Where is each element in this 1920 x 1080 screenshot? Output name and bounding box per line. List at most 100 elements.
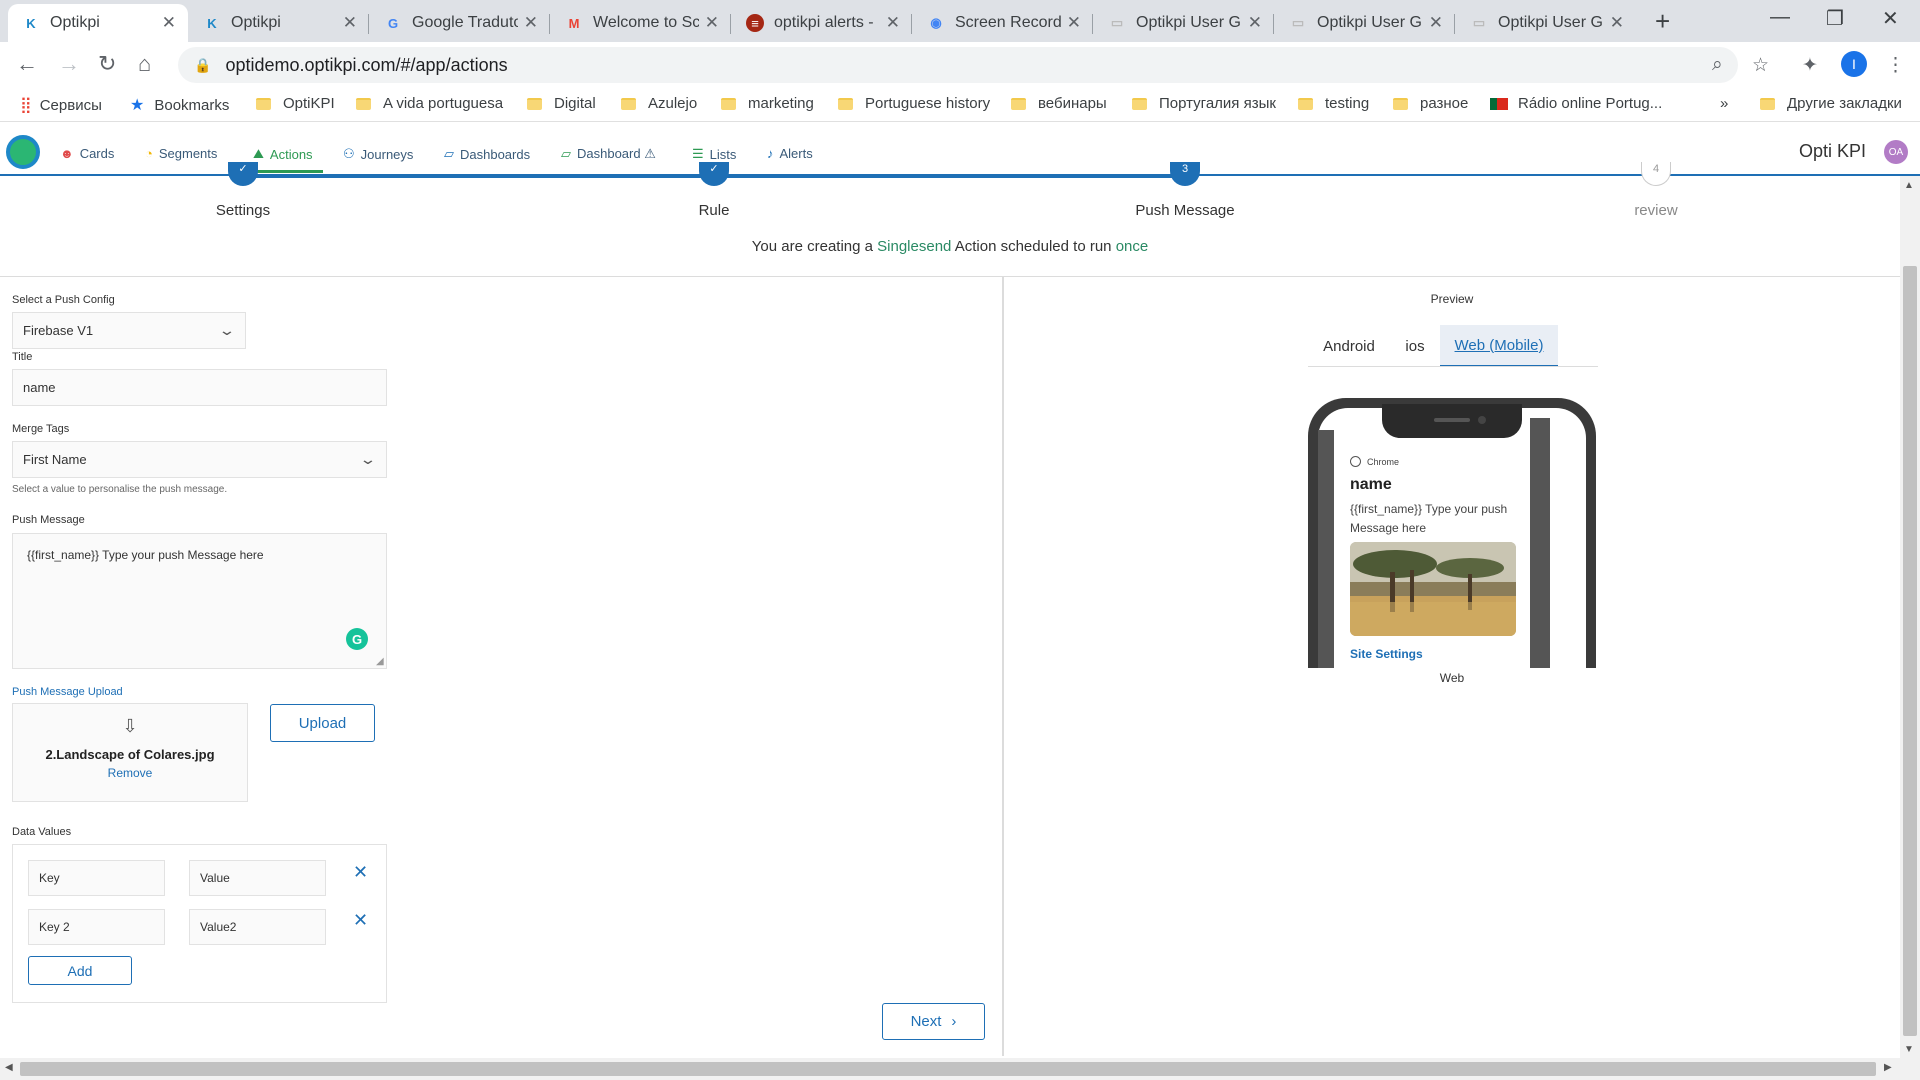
grammarly-icon[interactable]: G <box>346 628 368 650</box>
remove-row-icon[interactable]: ✕ <box>353 862 368 883</box>
step-label-review[interactable]: review <box>1556 202 1756 219</box>
extensions-icon[interactable]: ✦ <box>1802 54 1818 77</box>
apps-grid-icon: ⣿ <box>20 97 32 114</box>
step-marker[interactable]: 3 <box>1170 162 1200 186</box>
tab-android[interactable]: Android <box>1308 325 1390 367</box>
bookmark-item[interactable]: разное <box>1393 95 1468 112</box>
url-input[interactable]: 🔒 optidemo.optikpi.com/#/app/actions <box>178 47 1738 83</box>
menu-icon[interactable]: ⋮ <box>1886 54 1905 77</box>
scroll-right-icon[interactable]: ▶ <box>1884 1062 1892 1073</box>
browser-tab[interactable]: ▭ Optikpi User G ✕ <box>1275 4 1455 42</box>
scrollbar-thumb[interactable] <box>1903 266 1917 1036</box>
browser-tab[interactable]: ▭ Optikpi User G ✕ <box>1094 4 1274 42</box>
upload-button[interactable]: Upload <box>270 704 375 742</box>
browser-tab[interactable]: ◉ Screen Recorde ✕ <box>913 4 1093 42</box>
vertical-scrollbar[interactable]: ▲ ▼ <box>1900 176 1920 1058</box>
step-label-push-message[interactable]: Push Message <box>1085 202 1285 219</box>
forward-icon[interactable]: → <box>58 51 80 77</box>
resize-handle-icon[interactable]: ◢ <box>376 656 384 667</box>
reload-icon[interactable]: ↻ <box>98 51 116 77</box>
bookmark-item[interactable]: OptiKPI <box>256 95 335 112</box>
close-icon[interactable]: ✕ <box>524 13 538 33</box>
data-key-input[interactable]: Key <box>28 860 165 896</box>
scrollbar-thumb[interactable] <box>20 1062 1876 1076</box>
close-icon[interactable]: ✕ <box>162 13 176 33</box>
nav-actions[interactable]: ⛰ Actions <box>247 146 323 173</box>
browser-tab[interactable]: K Optikpi ✕ <box>189 4 369 42</box>
close-icon[interactable]: ✕ <box>886 13 900 33</box>
remove-row-icon[interactable]: ✕ <box>353 910 368 931</box>
restore-icon[interactable]: ❐ <box>1826 6 1844 31</box>
profile-avatar[interactable]: I <box>1841 51 1867 77</box>
window-close-icon[interactable]: ✕ <box>1882 6 1899 31</box>
close-icon[interactable]: ✕ <box>1610 13 1624 33</box>
bookmarks-overflow[interactable]: » <box>1720 95 1728 112</box>
bookmark-item[interactable]: testing <box>1298 95 1369 112</box>
tab-title: Optikpi User G <box>1317 14 1422 31</box>
next-button[interactable]: Next › <box>882 1003 985 1040</box>
scroll-up-icon[interactable]: ▲ <box>1904 180 1914 191</box>
close-icon[interactable]: ✕ <box>343 13 357 33</box>
bookmark-label: Portuguese history <box>865 95 991 112</box>
app-logo[interactable] <box>6 135 40 169</box>
browser-tab[interactable]: M Welcome to Sc ✕ <box>551 4 731 42</box>
close-icon[interactable]: ✕ <box>705 13 719 33</box>
scroll-left-icon[interactable]: ◀ <box>5 1062 13 1073</box>
bookmark-item[interactable]: A vida portuguesa <box>356 95 503 112</box>
step-marker[interactable]: ✓ <box>228 162 258 186</box>
bookmark-item[interactable]: Rádio online Portug... <box>1490 95 1662 112</box>
bookmark-star-icon[interactable]: ☆ <box>1752 54 1769 77</box>
nav-label: Actions <box>269 146 313 162</box>
merge-tags-select[interactable]: First Name ⌄ <box>12 441 387 478</box>
remove-link[interactable]: Remove <box>13 766 247 780</box>
tab-title: Screen Recorde <box>955 14 1061 31</box>
add-button[interactable]: Add <box>28 956 132 985</box>
horizontal-scrollbar[interactable]: ◀ ▶ <box>0 1058 1920 1080</box>
push-message-textarea[interactable]: {{first_name}} Type your push Message he… <box>12 533 387 669</box>
bookmark-item[interactable]: Португалия язык <box>1132 95 1276 112</box>
tab-web-mobile[interactable]: Web (Mobile) <box>1440 325 1558 367</box>
minimize-icon[interactable]: — <box>1770 6 1790 29</box>
nav-dashboard-alert[interactable]: ▱ Dashboard ⚠ <box>561 146 656 162</box>
user-avatar[interactable]: OA <box>1884 140 1908 164</box>
back-icon[interactable]: ← <box>16 51 38 77</box>
nav-dashboards[interactable]: ▱ Dashboards <box>444 146 530 162</box>
title-input[interactable]: name <box>12 369 387 406</box>
bookmark-apps[interactable]: ⣿ Сервисы <box>20 95 102 115</box>
folder-icon <box>1298 97 1313 110</box>
step-label-rule[interactable]: Rule <box>614 202 814 219</box>
bookmark-other[interactable]: Другие закладки <box>1760 95 1902 112</box>
step-label-settings[interactable]: Settings <box>143 202 343 219</box>
nav-cards[interactable]: ☻ Cards <box>60 146 114 161</box>
close-icon[interactable]: ✕ <box>1067 13 1081 33</box>
bookmark-item[interactable]: Portuguese history <box>838 95 990 112</box>
bookmark-item[interactable]: Digital <box>527 95 596 112</box>
push-config-select[interactable]: Firebase V1 ⌄ <box>12 312 246 349</box>
close-icon[interactable]: ✕ <box>1248 13 1262 33</box>
step-marker[interactable]: 4 <box>1641 162 1671 186</box>
browser-tab[interactable]: K Optikpi ✕ <box>8 4 188 42</box>
home-icon[interactable]: ⌂ <box>138 51 151 77</box>
data-value-input[interactable]: Value2 <box>189 909 326 945</box>
browser-tab[interactable]: ▭ Optikpi User G ✕ <box>1456 4 1636 42</box>
nav-journeys[interactable]: ⚇ Journeys <box>343 146 413 162</box>
browser-tab[interactable]: G Google Traduto ✕ <box>370 4 550 42</box>
browser-tab[interactable]: ≡ optikpi alerts - ✕ <box>732 4 912 42</box>
data-key-input[interactable]: Key 2 <box>28 909 165 945</box>
nav-segments[interactable]: ◔ Segments <box>145 146 217 161</box>
tab-ios[interactable]: ios <box>1390 325 1440 367</box>
notification-image <box>1350 542 1516 636</box>
close-icon[interactable]: ✕ <box>1429 13 1443 33</box>
upload-dropzone[interactable]: ⇩ 2.Landscape of Colares.jpg Remove <box>12 703 248 802</box>
bookmark-item[interactable]: Azulejo <box>621 95 697 112</box>
scroll-down-icon[interactable]: ▼ <box>1904 1044 1914 1055</box>
bookmark-item[interactable]: ★ Bookmarks <box>130 95 229 115</box>
new-tab-icon[interactable]: + <box>1655 6 1670 37</box>
nav-lists[interactable]: ☰ Lists <box>692 146 736 162</box>
nav-alerts[interactable]: ♪ Alerts <box>767 146 813 161</box>
data-value-input[interactable]: Value <box>189 860 326 896</box>
step-marker[interactable]: ✓ <box>699 162 729 186</box>
bookmark-item[interactable]: вебинары <box>1011 95 1107 112</box>
bookmark-item[interactable]: marketing <box>721 95 814 112</box>
zoom-icon[interactable]: ⌕ <box>1712 54 1723 76</box>
